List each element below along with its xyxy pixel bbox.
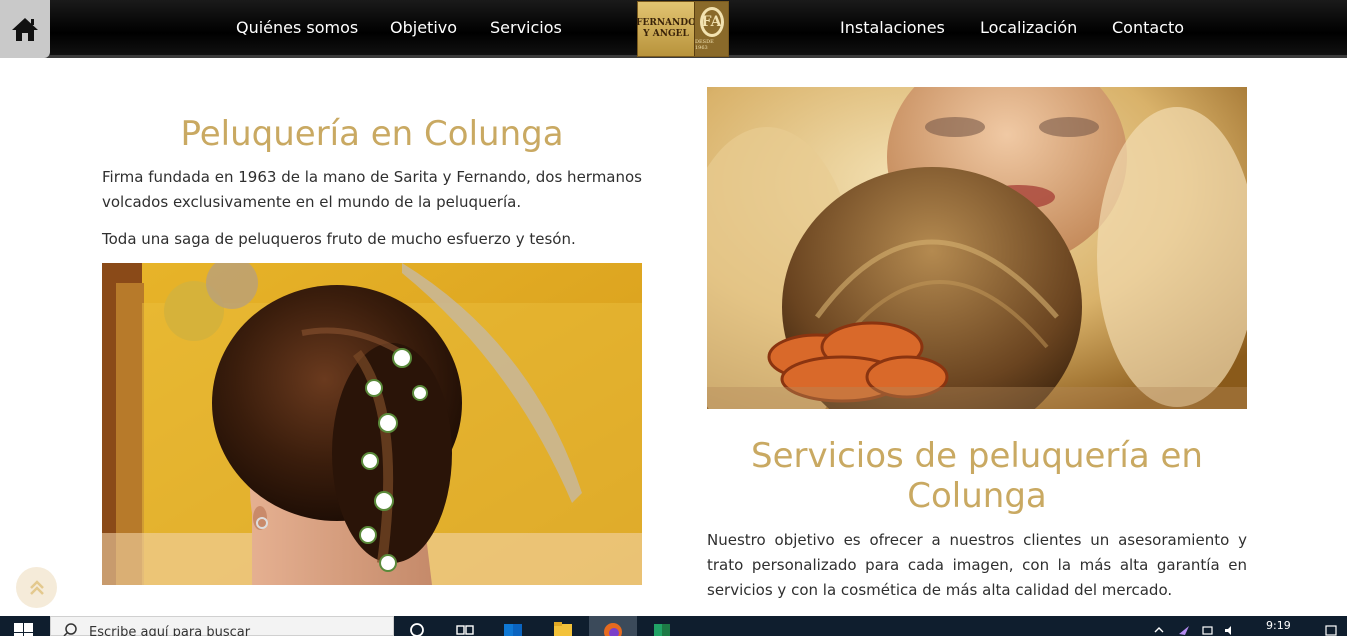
section1-title: Peluquería en Colunga [180,114,564,154]
taskbar-search-placeholder: Escribe aquí para buscar [89,625,251,636]
home-button[interactable] [0,0,50,58]
logo-text: FERNANDO Y ANGEL [636,2,696,56]
section2-paragraph: Nuestro objetivo es ofrecer a nuestros c… [707,531,1247,599]
outlook-icon[interactable] [502,618,524,636]
section2-title: Servicios de peluquería en Colunga [707,436,1247,516]
logo-since: DESDE 1963 [695,39,714,51]
nav-item-objetivo[interactable]: Objetivo [390,18,457,37]
home-icon [12,18,38,41]
excel-icon[interactable] [651,618,673,636]
scroll-to-top-button[interactable] [16,567,57,608]
nav-item-localizacion[interactable]: Localización [980,18,1077,37]
hair-reflection-photo [707,87,1247,409]
nav-item-quienes-somos[interactable]: Quiénes somos [236,18,358,37]
hair-reflection-illustration [707,87,1247,409]
tray-app-icon[interactable] [1178,624,1190,636]
windows-taskbar: Escribe aquí para buscar 9:19 [0,616,1347,636]
windows-start-icon[interactable] [14,623,34,636]
bridal-updo-illustration [102,263,642,585]
search-icon [63,623,77,636]
tray-chevron-up-icon[interactable] [1153,624,1165,636]
nav-item-instalaciones[interactable]: Instalaciones [840,18,945,37]
taskbar-search-box[interactable]: Escribe aquí para buscar [50,616,394,636]
file-explorer-icon[interactable] [552,618,574,636]
task-view-icon[interactable] [454,618,476,636]
brand-logo[interactable]: FERNANDO Y ANGEL FA DESDE 1963 [636,1,729,57]
notifications-icon[interactable] [1325,624,1337,636]
cortana-icon[interactable] [406,618,428,636]
logo-monogram: FA [699,7,724,37]
logo-line1: FERNANDO [636,18,696,28]
nav-item-contacto[interactable]: Contacto [1112,18,1184,37]
top-navigation: Quiénes somos Objetivo Servicios FERNAND… [0,0,1347,58]
section1-paragraph-1: Firma fundada en 1963 de la mano de Sari… [102,168,642,211]
firefox-icon [604,623,622,636]
volume-icon[interactable] [1224,624,1236,636]
nav-item-servicios[interactable]: Servicios [490,18,562,37]
double-chevron-up-icon [29,579,44,595]
bridal-updo-photo [102,263,642,585]
taskbar-active-app[interactable] [589,616,637,636]
section2-title-line1: Servicios de peluquería en [751,436,1203,476]
logo-line2: Y ANGEL [643,29,689,39]
section2-title-line2: Colunga [907,476,1047,516]
logo-mark: FA DESDE 1963 [694,2,728,56]
section1-paragraph-2: Toda una saga de peluqueros fruto de muc… [102,230,576,248]
taskbar-clock[interactable]: 9:19 [1266,619,1291,632]
network-icon[interactable] [1202,624,1214,636]
